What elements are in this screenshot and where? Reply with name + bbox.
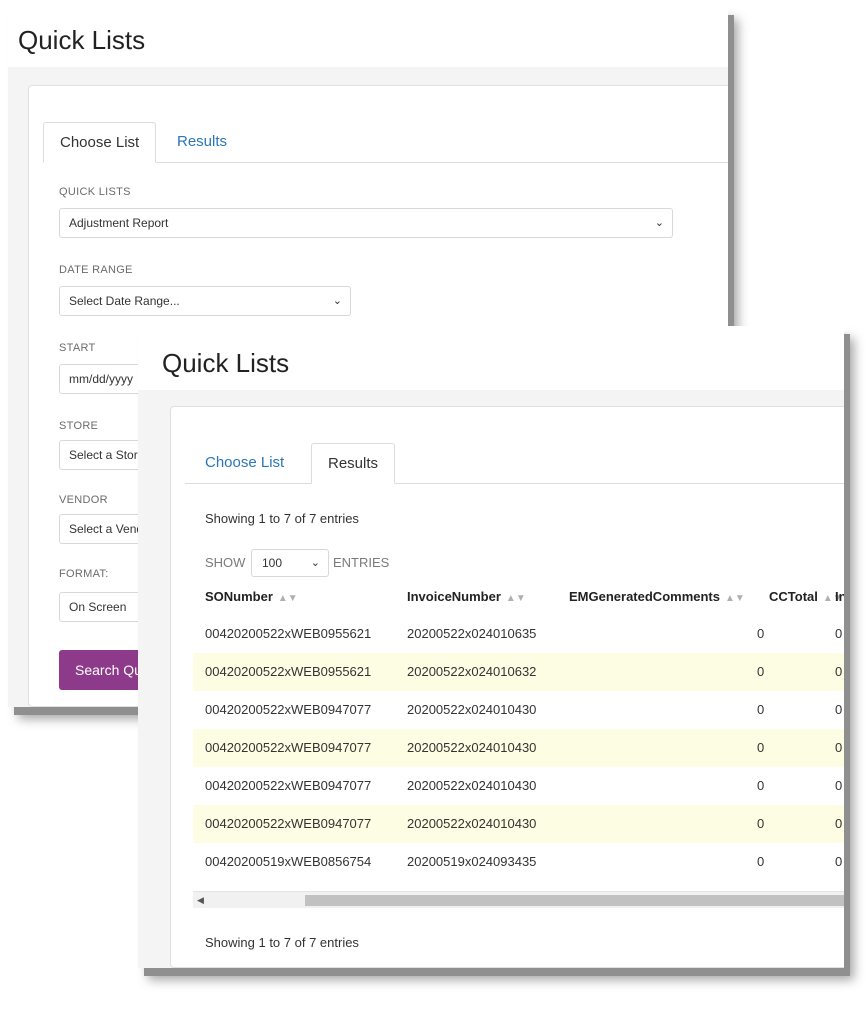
vendor-label: VENDOR [59, 494, 108, 506]
sort-icon: ▲▼ [505, 593, 526, 604]
sort-icon: ▲▼ [277, 593, 298, 604]
cell-sonumber: 00420200522xWEB0947077 [205, 702, 372, 717]
cell-sonumber: 00420200522xWEB0947077 [205, 778, 372, 793]
entries-value: 100 [262, 556, 283, 570]
front-card: Choose List Results Showing 1 to 7 of 7 … [170, 406, 844, 968]
show-label: SHOW [205, 555, 246, 570]
quick-lists-value: Adjustment Report [69, 216, 169, 230]
column-header-label: EMGeneratedComments [569, 589, 720, 604]
store-label: STORE [59, 420, 99, 432]
scroll-left-arrow-icon[interactable]: ◀ [197, 892, 204, 908]
cell-in: 0 [835, 626, 843, 641]
start-label: START [59, 342, 96, 354]
page-title: Quick Lists [18, 25, 146, 55]
column-header-cctotal[interactable]: CCTotal ▲▼ [769, 579, 843, 615]
cell-cctotal: 0 [757, 740, 765, 755]
cell-invoicenumber: 20200522x024010430 [407, 816, 537, 831]
cell-invoicenumber: 20200522x024010430 [407, 740, 537, 755]
showing-info-bottom: Showing 1 to 7 of 7 entries [205, 935, 359, 950]
cell-invoicenumber: 20200519x024093435 [407, 854, 537, 869]
cell-in: 0 [835, 816, 843, 831]
cell-sonumber: 00420200519xWEB0856754 [205, 854, 372, 869]
date-range-label: DATE RANGE [59, 264, 133, 276]
entries-label: ENTRIES [333, 555, 390, 570]
quick-lists-select[interactable]: Adjustment Report ⌄ [59, 208, 673, 238]
cell-in: 0 [835, 664, 843, 679]
column-header-label: InvoiceNumber [407, 589, 501, 604]
tab-results[interactable]: Results [161, 122, 243, 162]
column-header-in[interactable]: In [835, 579, 844, 615]
table-row: 00420200522xWEB0947077 20200522x02401043… [193, 729, 844, 767]
column-header-invoicenumber[interactable]: InvoiceNumber ▲▼ [407, 579, 526, 615]
cell-sonumber: 00420200522xWEB0955621 [205, 664, 372, 679]
cell-cctotal: 0 [757, 816, 765, 831]
back-tabs: Choose List Results [43, 122, 728, 163]
entries-length-control: SHOW 100 ⌄ ENTRIES [205, 549, 389, 577]
tab-choose-list[interactable]: Choose List [43, 122, 157, 163]
front-tabs: Choose List Results [185, 443, 844, 484]
chevron-down-icon: ⌄ [332, 295, 342, 307]
front-titlebar: Quick Lists [138, 326, 844, 390]
column-header-sonumber[interactable]: SONumber ▲▼ [205, 579, 298, 615]
chevron-down-icon: ⌄ [310, 557, 320, 569]
table-row: 00420200522xWEB0955621 20200522x02401063… [193, 653, 844, 691]
cell-invoicenumber: 20200522x024010635 [407, 626, 537, 641]
chevron-down-icon: ⌄ [654, 217, 664, 229]
column-header-label: In [835, 589, 844, 604]
quick-lists-label: QUICK LISTS [59, 186, 131, 198]
format-label: FORMAT: [59, 568, 109, 580]
format-value: On Screen [69, 600, 127, 614]
table-row: 00420200522xWEB0947077 20200522x02401043… [193, 691, 844, 729]
cell-cctotal: 0 [757, 854, 765, 869]
tab-results[interactable]: Results [311, 443, 396, 484]
cell-invoicenumber: 20200522x024010430 [407, 702, 537, 717]
showing-info-top: Showing 1 to 7 of 7 entries [205, 511, 359, 526]
cell-invoicenumber: 20200522x024010430 [407, 778, 537, 793]
cell-in: 0 [835, 854, 843, 869]
entries-select[interactable]: 100 ⌄ [251, 549, 329, 577]
cell-in: 0 [835, 778, 843, 793]
table-row: 00420200519xWEB0856754 20200519x02409343… [193, 843, 844, 881]
page-title: Quick Lists [162, 348, 290, 378]
cell-in: 0 [835, 740, 843, 755]
cell-cctotal: 0 [757, 664, 765, 679]
cell-cctotal: 0 [757, 702, 765, 717]
front-window: Quick Lists Choose List Results Showing … [138, 326, 844, 968]
back-titlebar: Quick Lists [8, 7, 728, 67]
date-range-value: Select Date Range... [69, 294, 180, 308]
cell-cctotal: 0 [757, 626, 765, 641]
scrollbar-thumb[interactable] [305, 895, 844, 906]
start-date-placeholder: mm/dd/yyyy [69, 372, 134, 386]
column-header-label: SONumber [205, 589, 273, 604]
tab-choose-list[interactable]: Choose List [189, 443, 300, 483]
sort-icon: ▲▼ [724, 593, 745, 604]
cell-sonumber: 00420200522xWEB0947077 [205, 740, 372, 755]
column-header-emgeneratedcomments[interactable]: EMGeneratedComments ▲▼ [569, 579, 745, 615]
table-row: 00420200522xWEB0947077 20200522x02401043… [193, 767, 844, 805]
cell-cctotal: 0 [757, 778, 765, 793]
date-range-select[interactable]: Select Date Range... ⌄ [59, 286, 351, 316]
table-row: 00420200522xWEB0947077 20200522x02401043… [193, 805, 844, 843]
cell-invoicenumber: 20200522x024010632 [407, 664, 537, 679]
column-header-label: CCTotal [769, 589, 818, 604]
cell-in: 0 [835, 702, 843, 717]
horizontal-scrollbar[interactable]: ◀ [193, 891, 844, 908]
cell-sonumber: 00420200522xWEB0955621 [205, 626, 372, 641]
store-value: Select a Store [69, 448, 145, 462]
table-row: 00420200522xWEB0955621 20200522x02401063… [193, 615, 844, 653]
cell-sonumber: 00420200522xWEB0947077 [205, 816, 372, 831]
